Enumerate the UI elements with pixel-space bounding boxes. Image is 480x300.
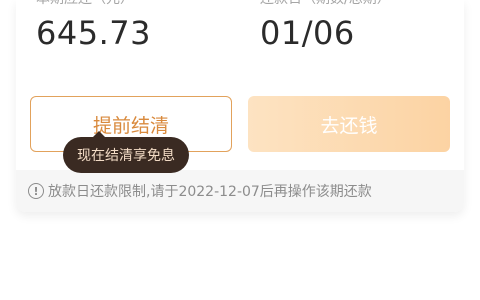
loan-card: 本期应还（元） 645.73 还款日（期数/总期） 01/06 提前结清 去还钱…: [16, 0, 464, 212]
amount-due-label: 本期应还（元）: [36, 0, 134, 8]
installment-label: 还款日（期数/总期）: [260, 0, 391, 8]
repay-button[interactable]: 去还钱: [248, 96, 450, 152]
amount-due-value: 645.73: [36, 14, 151, 52]
installment-value: 01/06: [260, 14, 355, 52]
interest-free-tooltip: 现在结清享免息: [63, 137, 189, 173]
repayment-notice: ! 放款日还款限制,请于2022-12-07后再操作该期还款: [16, 170, 464, 212]
notice-text: 放款日还款限制,请于2022-12-07后再操作该期还款: [48, 184, 372, 200]
page: 本期应还（元） 645.73 还款日（期数/总期） 01/06 提前结清 去还钱…: [0, 0, 480, 300]
info-icon: !: [28, 183, 44, 199]
